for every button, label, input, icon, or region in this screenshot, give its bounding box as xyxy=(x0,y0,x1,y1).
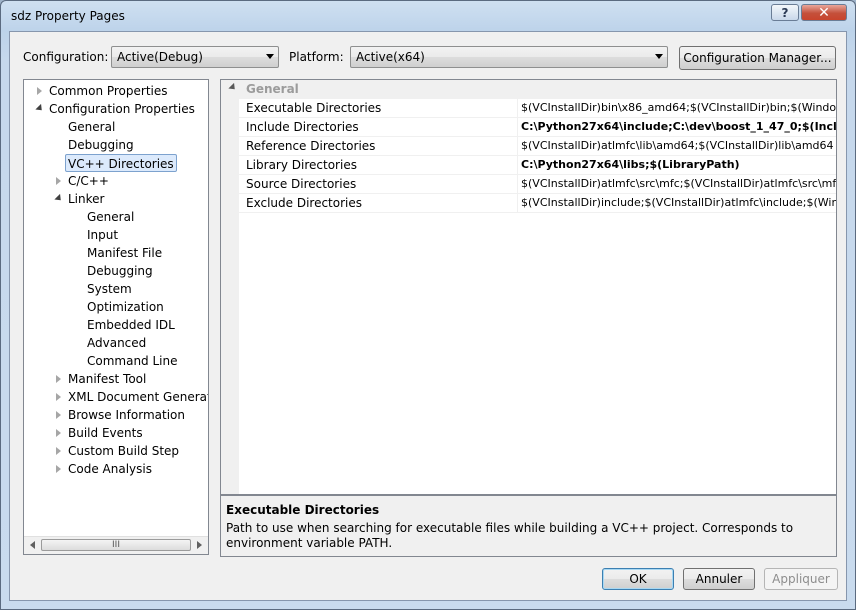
tree-item[interactable]: General xyxy=(68,118,115,136)
property-row[interactable]: Source Directories $(VCInstallDir)atlmfc\… xyxy=(221,175,836,194)
configuration-manager-button[interactable]: Configuration Manager... xyxy=(679,46,836,70)
property-row[interactable]: Executable Directories $(VCInstallDir)bin… xyxy=(221,99,836,118)
platform-label: Platform: xyxy=(289,50,344,64)
property-grid[interactable]: General Executable Directories $(VCInstal… xyxy=(220,79,837,495)
property-row[interactable]: Include Directories C:\Python27x64\includ… xyxy=(221,118,836,137)
category-label: General xyxy=(246,82,299,96)
collapsed-arrow-icon[interactable] xyxy=(56,411,61,419)
tree-item[interactable]: Embedded IDL xyxy=(87,316,175,334)
ok-button[interactable]: OK xyxy=(602,568,674,590)
window-title: sdz Property Pages xyxy=(11,9,125,23)
tree-item[interactable]: Configuration Properties xyxy=(49,100,195,118)
property-value[interactable]: $(VCInstallDir)atlmfc\src\mfc;$(VCInstal… xyxy=(521,177,836,190)
tree-item[interactable]: VC++ Directories xyxy=(65,154,177,172)
title-bar[interactable]: sdz Property Pages ? ✕ xyxy=(1,1,855,31)
tree-item[interactable]: Manifest Tool xyxy=(68,370,146,388)
tree-item[interactable]: General xyxy=(87,208,134,226)
tree-item[interactable]: Command Line xyxy=(87,352,178,370)
property-name: Library Directories xyxy=(246,158,357,172)
dialog-client-area: Configuration: Active(Debug) Platform: A… xyxy=(9,31,847,601)
property-tree[interactable]: Common Properties Configuration Propertie… xyxy=(23,79,209,555)
property-value[interactable]: $(VCInstallDir)atlmfc\lib\amd64;$(VCInst… xyxy=(521,139,834,152)
column-divider[interactable] xyxy=(517,194,518,213)
property-name: Executable Directories xyxy=(246,101,382,115)
collapsed-arrow-icon[interactable] xyxy=(56,177,61,185)
column-divider[interactable] xyxy=(517,99,518,118)
collapsed-arrow-icon[interactable] xyxy=(56,393,61,401)
chevron-down-icon xyxy=(266,54,274,59)
property-value[interactable]: C:\Python27x64\include;C:\dev\boost_1_47… xyxy=(521,120,836,133)
property-row[interactable]: Library Directories C:\Python27x64\libs;$… xyxy=(221,156,836,175)
tree-item[interactable]: Build Events xyxy=(68,424,143,442)
collapsed-arrow-icon[interactable] xyxy=(56,429,61,437)
category-row-general[interactable]: General xyxy=(221,80,836,99)
column-divider[interactable] xyxy=(517,118,518,137)
property-name: Include Directories xyxy=(246,120,359,134)
tree-item[interactable]: Custom Build Step xyxy=(68,442,179,460)
tree-item[interactable]: Common Properties xyxy=(49,82,168,100)
scroll-right-icon[interactable] xyxy=(197,541,202,549)
configuration-label: Configuration: xyxy=(23,50,109,64)
column-divider[interactable] xyxy=(517,175,518,194)
tree-item[interactable]: Optimization xyxy=(87,298,164,316)
platform-value: Active(x64) xyxy=(356,50,425,64)
close-button[interactable]: ✕ xyxy=(801,4,847,21)
help-button[interactable]: ? xyxy=(771,4,799,21)
apply-button[interactable]: Appliquer xyxy=(764,568,838,590)
property-row[interactable]: Reference Directories $(VCInstallDir)atlm… xyxy=(221,137,836,156)
collapsed-arrow-icon[interactable] xyxy=(56,447,61,455)
platform-dropdown[interactable]: Active(x64) xyxy=(350,46,668,68)
tree-item[interactable]: Linker xyxy=(68,190,104,208)
configuration-dropdown[interactable]: Active(Debug) xyxy=(111,46,279,68)
expanded-arrow-icon[interactable] xyxy=(54,193,64,204)
description-text: Path to use when searching for executabl… xyxy=(226,521,794,550)
configuration-value: Active(Debug) xyxy=(117,50,203,64)
collapsed-arrow-icon[interactable] xyxy=(56,465,61,473)
tree-item[interactable]: C/C++ xyxy=(68,172,109,190)
description-title: Executable Directories xyxy=(226,503,380,517)
chevron-down-icon xyxy=(655,54,663,59)
tree-item[interactable]: XML Document Generator xyxy=(68,388,208,406)
property-pages-window: sdz Property Pages ? ✕ Configuration: Ac… xyxy=(0,0,856,610)
column-divider[interactable] xyxy=(517,156,518,175)
tree-item[interactable]: Debugging xyxy=(87,262,153,280)
expanded-arrow-icon[interactable] xyxy=(228,82,238,93)
tree-item[interactable]: Manifest File xyxy=(87,244,162,262)
property-value[interactable]: C:\Python27x64\libs;$(LibraryPath) xyxy=(521,158,740,171)
property-value[interactable]: $(VCInstallDir)bin\x86_amd64;$(VCInstall… xyxy=(521,101,836,114)
tree-item[interactable]: Code Analysis xyxy=(68,460,152,478)
collapsed-arrow-icon[interactable] xyxy=(37,87,42,95)
tree-item[interactable]: System xyxy=(87,280,132,298)
collapsed-arrow-icon[interactable] xyxy=(56,375,61,383)
description-panel: Executable Directories Path to use when … xyxy=(220,495,837,557)
column-divider[interactable] xyxy=(517,137,518,156)
scroll-thumb[interactable]: III xyxy=(41,539,191,551)
property-name: Exclude Directories xyxy=(246,196,362,210)
scroll-left-icon[interactable] xyxy=(30,541,35,549)
tree-item[interactable]: Browse Information xyxy=(68,406,185,424)
property-value[interactable]: $(VCInstallDir)include;$(VCInstallDir)at… xyxy=(521,196,836,209)
tree-item[interactable]: Debugging xyxy=(68,136,134,154)
tree-item[interactable]: Advanced xyxy=(87,334,146,352)
property-row[interactable]: Exclude Directories $(VCInstallDir)includ… xyxy=(221,194,836,213)
expanded-arrow-icon[interactable] xyxy=(35,103,45,114)
property-name: Reference Directories xyxy=(246,139,376,153)
cancel-button[interactable]: Annuler xyxy=(683,568,755,590)
property-name: Source Directories xyxy=(246,177,357,191)
horizontal-scrollbar[interactable]: III xyxy=(24,536,208,554)
tree-item[interactable]: Input xyxy=(87,226,118,244)
